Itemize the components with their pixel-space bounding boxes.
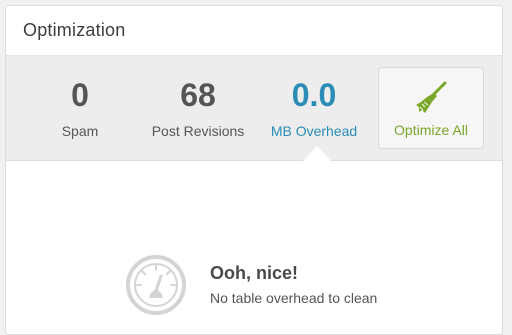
panel-header: Optimization (6, 6, 502, 56)
empty-state-subtitle: No table overhead to clean (210, 290, 378, 306)
stat-mb-overhead[interactable]: 0.0 MB Overhead (262, 76, 366, 140)
panel-title: Optimization (23, 20, 126, 40)
stat-post-revisions-label: Post Revisions (151, 123, 245, 139)
stat-spam-label: Spam (61, 123, 99, 139)
stat-mb-overhead-label: MB Overhead (270, 123, 358, 139)
empty-state: Ooh, nice! No table overhead to clean (6, 161, 502, 334)
stat-pointer-arrow (303, 146, 331, 161)
stat-post-revisions[interactable]: 68 Post Revisions (144, 76, 252, 140)
stat-post-revisions-value: 68 (180, 77, 216, 113)
optimize-all-button[interactable]: Optimize All (378, 67, 484, 149)
speedometer-icon (126, 255, 186, 315)
stat-spam[interactable]: 0 Spam (46, 76, 114, 140)
optimization-panel: Optimization 0 Spam 68 Post Revisions 0.… (5, 5, 503, 335)
broom-icon (416, 81, 447, 113)
optimize-all-label: Optimize All (394, 122, 468, 138)
stat-mb-overhead-value: 0.0 (291, 77, 337, 113)
stats-bar: 0 Spam 68 Post Revisions 0.0 MB Overhead… (6, 56, 502, 161)
stat-spam-value: 0 (71, 77, 89, 113)
empty-state-title: Ooh, nice! (210, 263, 299, 283)
